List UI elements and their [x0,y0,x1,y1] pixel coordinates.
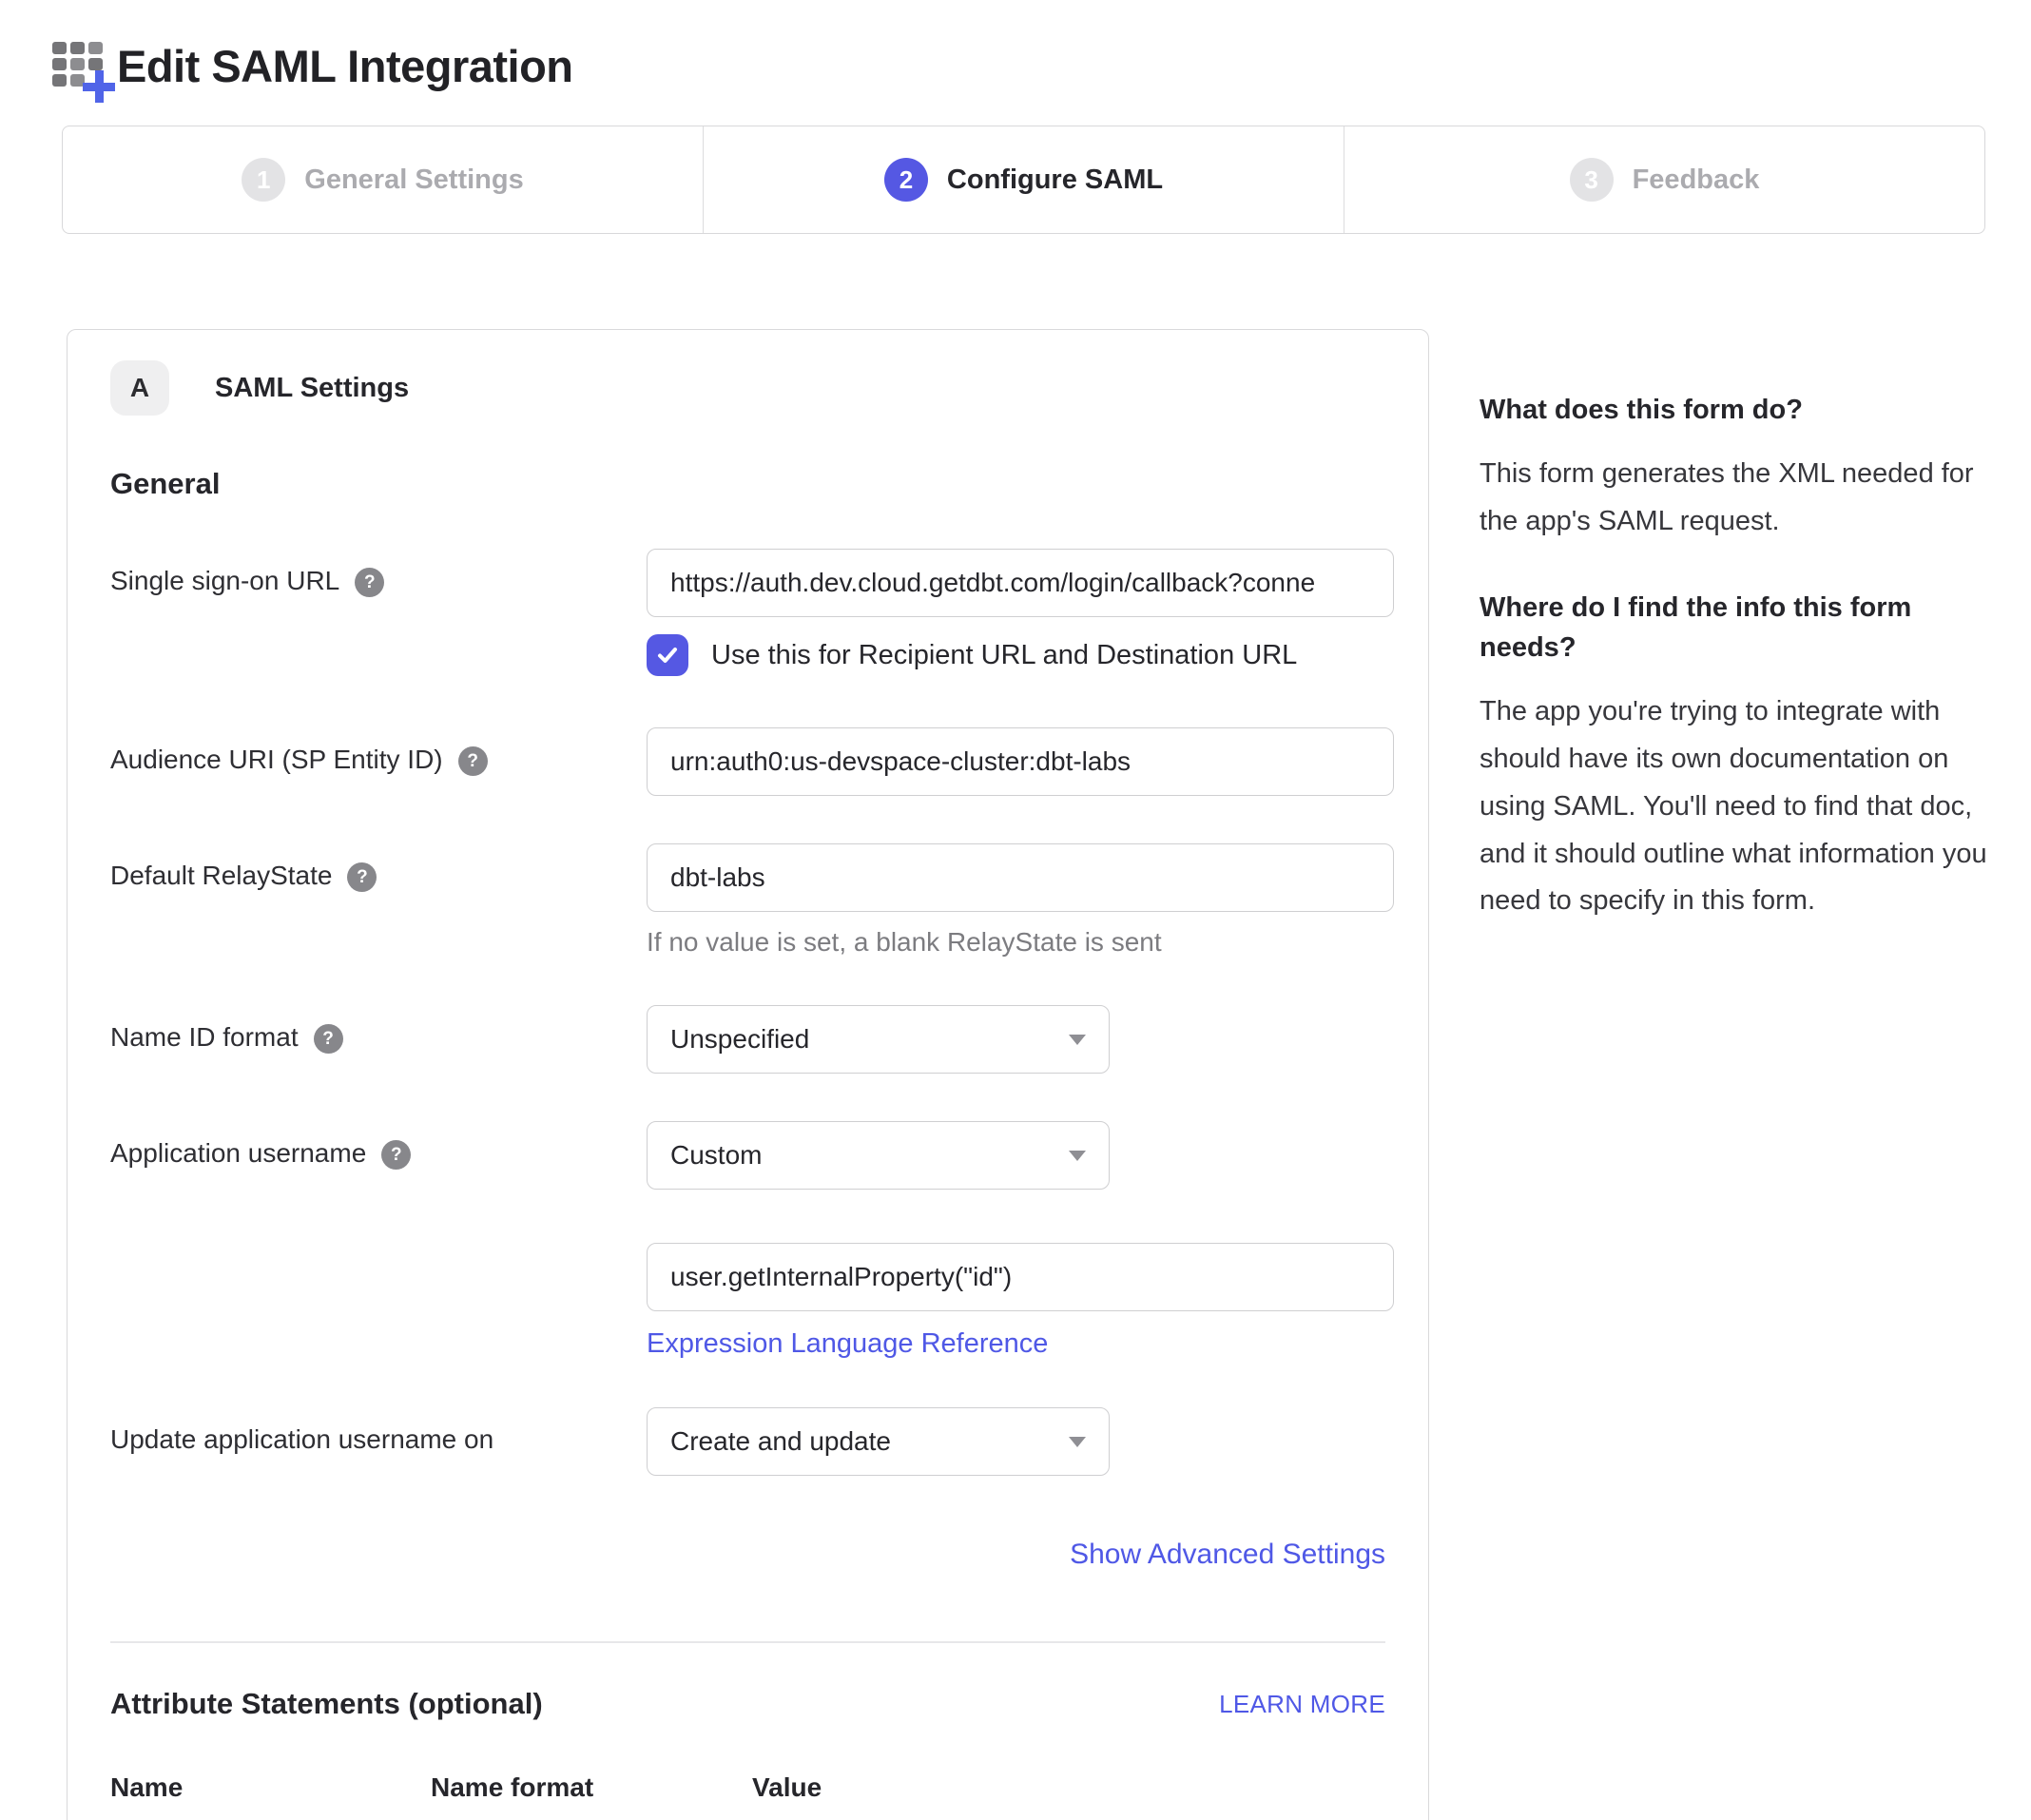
application-username-row: Application username ? Custom [110,1121,1385,1190]
audience-uri-row: Audience URI (SP Entity ID) ? urn:auth0:… [110,727,1385,796]
wizard-step-feedback[interactable]: 3 Feedback [1344,126,1984,233]
wizard-step-configure-saml[interactable]: 2 Configure SAML [703,126,1344,233]
sidebar-heading-2: Where do I find the info this form needs… [1480,588,1993,668]
expression-language-reference-link[interactable]: Expression Language Reference [647,1328,1048,1360]
show-advanced-settings-link[interactable]: Show Advanced Settings [1070,1539,1385,1570]
step-number-badge: 2 [884,158,928,202]
update-username-row: Update application username on Create an… [110,1407,1385,1476]
relaystate-help-text: If no value is set, a blank RelayState i… [647,927,1394,958]
question-circle-icon[interactable]: ? [347,862,377,892]
step-number-badge: 1 [242,158,285,202]
update-username-label: Update application username on [110,1424,493,1455]
custom-expression-input[interactable]: user.getInternalProperty("id") [647,1243,1394,1311]
caret-down-icon [1069,1437,1086,1447]
page-header: Edit SAML Integration [52,34,2031,97]
sso-url-input[interactable]: https://auth.dev.cloud.getdbt.com/login/… [647,549,1394,617]
relaystate-input[interactable]: dbt-labs [647,843,1394,912]
sso-url-row: Single sign-on URL ? https://auth.dev.cl… [110,549,1385,676]
application-username-select[interactable]: Custom [647,1121,1110,1190]
update-username-select[interactable]: Create and update [647,1407,1110,1476]
section-title: SAML Settings [215,373,409,404]
caret-down-icon [1069,1151,1086,1161]
plus-icon [83,70,115,103]
column-header-name-format: Name format [431,1772,752,1803]
step-label: Configure SAML [947,165,1163,196]
nameid-format-value: Unspecified [670,1024,809,1055]
section-divider [110,1641,1385,1643]
caret-down-icon [1069,1035,1086,1045]
step-label: Feedback [1633,165,1760,196]
recipient-url-checkbox[interactable] [647,634,688,676]
column-header-name: Name [110,1772,431,1803]
wizard-step-general-settings[interactable]: 1 General Settings [63,126,703,233]
recipient-url-checkbox-label: Use this for Recipient URL and Destinati… [711,640,1297,671]
learn-more-link[interactable]: LEARN MORE [1219,1690,1385,1719]
general-heading: General [110,467,1385,501]
nameid-format-row: Name ID format ? Unspecified [110,1005,1385,1074]
saml-settings-card: A SAML Settings General Single sign-on U… [67,329,1429,1820]
step-number-badge: 3 [1570,158,1614,202]
relaystate-row: Default RelayState ? dbt-labs If no valu… [110,843,1385,958]
application-username-label: Application username [110,1138,366,1169]
checkmark-icon [655,643,680,668]
sso-url-label: Single sign-on URL [110,566,339,596]
audience-uri-label: Audience URI (SP Entity ID) [110,745,443,775]
section-badge: A [110,360,169,416]
sidebar-body-2: The app you're trying to integrate with … [1480,688,1993,925]
question-circle-icon[interactable]: ? [458,746,488,776]
relaystate-label: Default RelayState [110,861,332,891]
custom-expression-row: user.getInternalProperty("id") Expressio… [110,1243,1385,1360]
attribute-statements-header-row: Name Name format Value [110,1772,1385,1803]
question-circle-icon[interactable]: ? [381,1140,411,1170]
update-username-value: Create and update [670,1426,891,1457]
help-sidebar: What does this form do? This form genera… [1480,329,1993,967]
page-title: Edit SAML Integration [117,40,573,92]
attribute-statements-heading: Attribute Statements (optional) [110,1687,543,1721]
nameid-format-select[interactable]: Unspecified [647,1005,1110,1074]
audience-uri-input[interactable]: urn:auth0:us-devspace-cluster:dbt-labs [647,727,1394,796]
sidebar-body-1: This form generates the XML needed for t… [1480,451,1993,546]
column-header-value: Value [752,1772,822,1803]
step-label: General Settings [304,165,523,196]
nameid-format-label: Name ID format [110,1022,299,1053]
wizard-steps: 1 General Settings 2 Configure SAML 3 Fe… [62,126,1985,234]
question-circle-icon[interactable]: ? [355,568,384,597]
application-username-value: Custom [670,1140,762,1171]
sidebar-heading-1: What does this form do? [1480,390,1993,430]
grid-plus-icon [52,34,111,97]
question-circle-icon[interactable]: ? [314,1024,343,1054]
